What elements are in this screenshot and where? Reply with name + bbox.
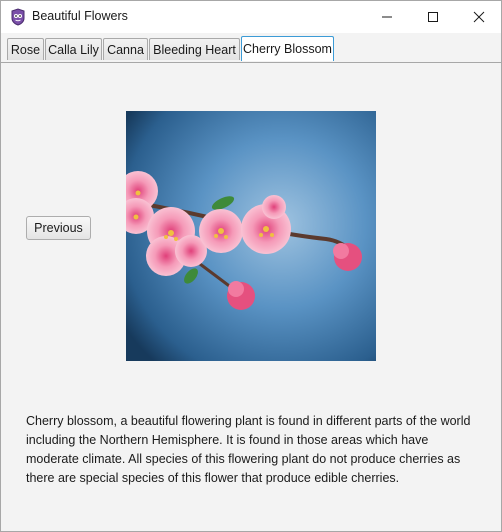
maximize-button[interactable] (410, 1, 456, 33)
tab-calla-lily[interactable]: Calla Lily (45, 38, 102, 60)
tab-bleeding-heart[interactable]: Bleeding Heart (149, 38, 240, 60)
cherry-blossom-image (126, 111, 376, 361)
window-title: Beautiful Flowers (32, 9, 128, 23)
close-icon (473, 11, 485, 23)
tab-content: Previous Cherry blossom, a beautiful flo… (1, 63, 501, 531)
flower-description: Cherry blossom, a beautiful flowering pl… (26, 414, 471, 485)
app-icon (10, 8, 26, 26)
close-button[interactable] (456, 1, 501, 33)
previous-button[interactable]: Previous (26, 216, 91, 240)
tab-bar: Rose Calla Lily Canna Bleeding Heart Che… (1, 33, 501, 63)
maximize-icon (428, 12, 438, 22)
minimize-button[interactable] (364, 1, 410, 33)
tab-canna[interactable]: Canna (103, 38, 148, 60)
app-window: Beautiful Flowers Rose Calla Lily Canna … (0, 0, 502, 532)
minimize-icon (382, 16, 392, 18)
tab-rose[interactable]: Rose (7, 38, 44, 60)
tab-cherry-blossom[interactable]: Cherry Blossom (241, 36, 334, 61)
title-bar[interactable]: Beautiful Flowers (1, 1, 501, 33)
